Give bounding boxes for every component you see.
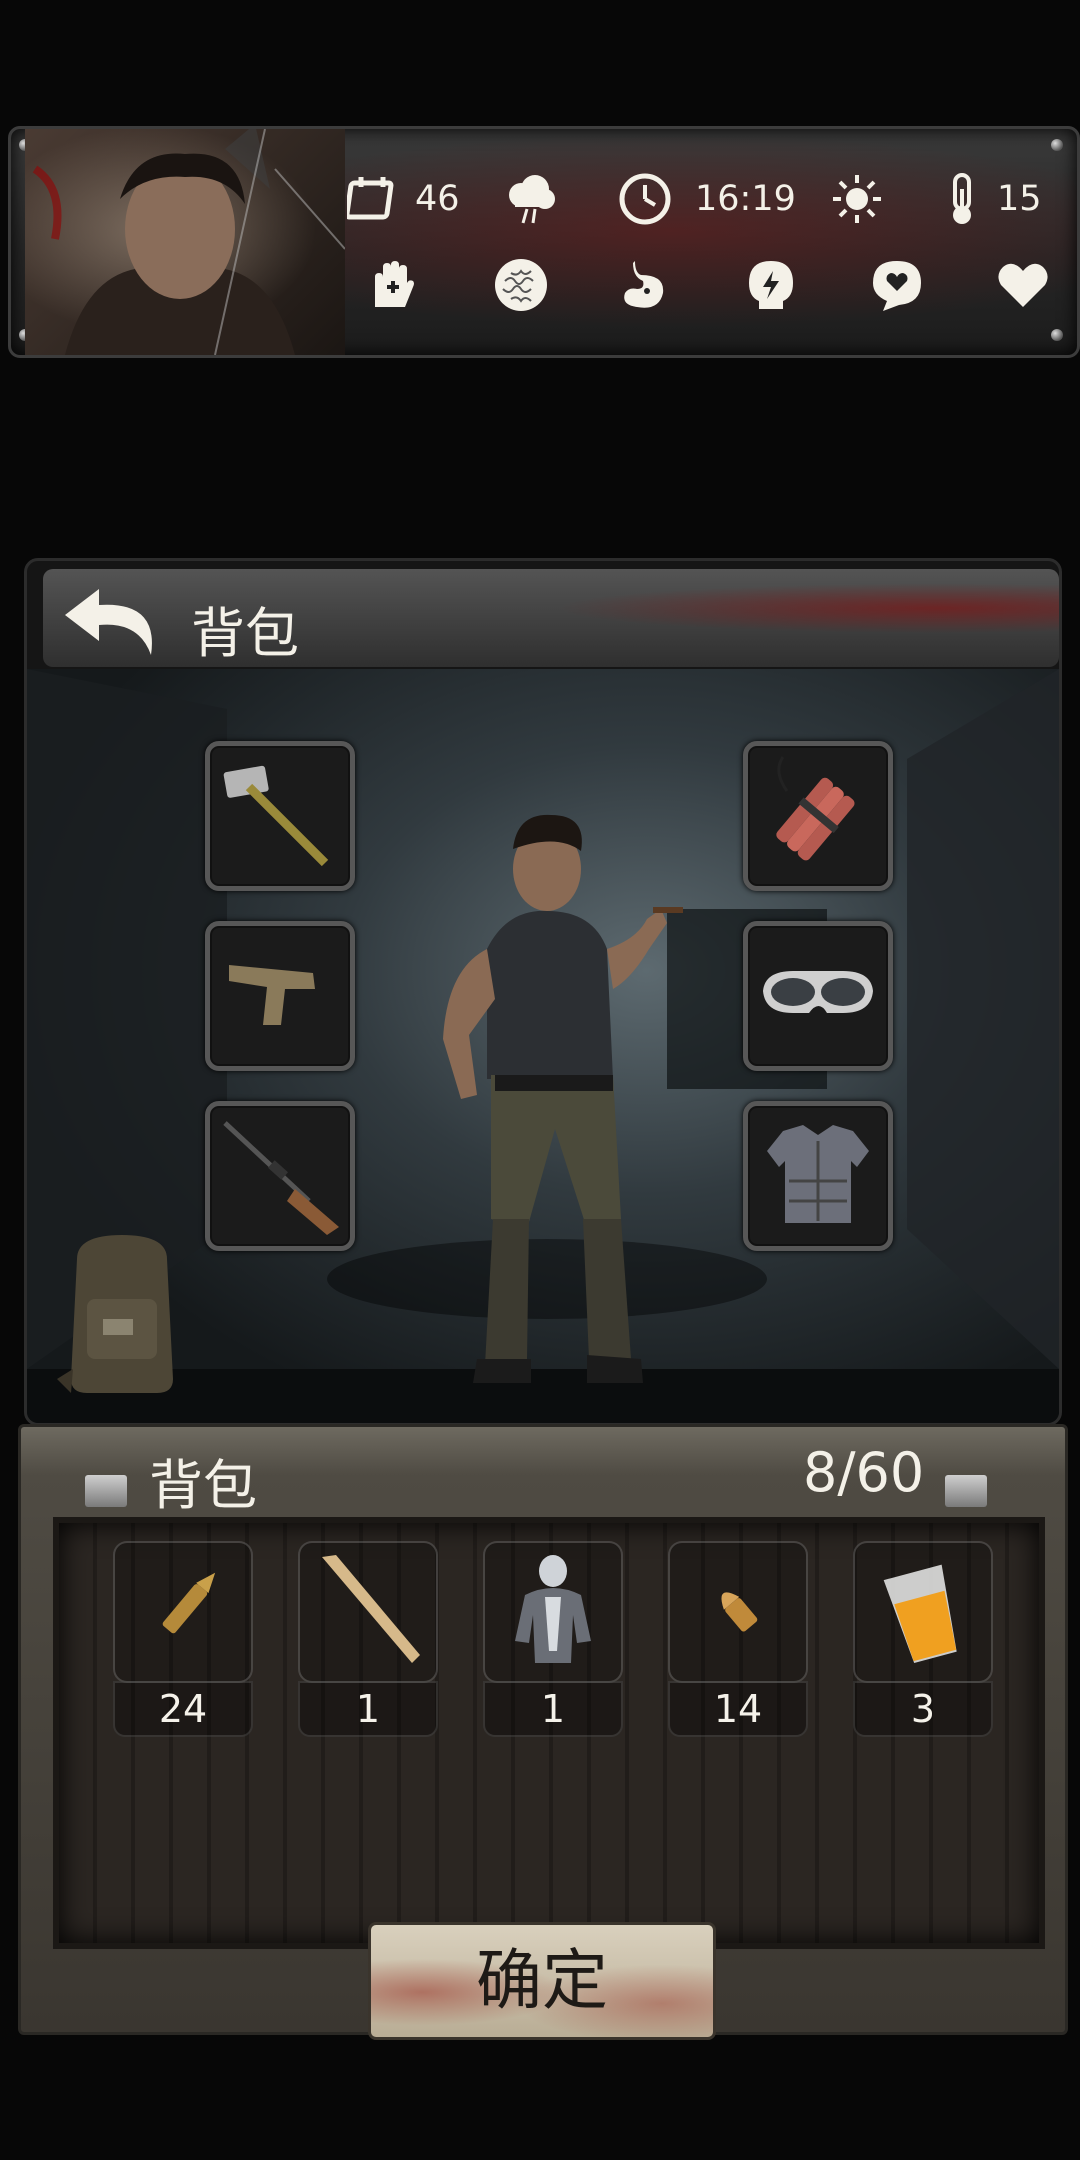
inventory-item-nanosuit[interactable] bbox=[483, 1541, 623, 1683]
pistol-icon bbox=[229, 965, 315, 1025]
baseball-bat-icon bbox=[322, 1555, 420, 1663]
character-scene bbox=[27, 669, 1059, 1423]
slot-body-armor[interactable] bbox=[743, 1101, 893, 1251]
body-armor-icon bbox=[767, 1125, 869, 1223]
dynamite-icon bbox=[776, 756, 855, 861]
character-portrait[interactable] bbox=[25, 129, 346, 355]
time-display: 16:19 bbox=[695, 179, 796, 219]
slot-goggles[interactable] bbox=[743, 921, 893, 1071]
inventory-item-pistol-bullet[interactable] bbox=[668, 1541, 808, 1683]
sun-icon bbox=[829, 171, 885, 227]
inventory-item-baseball-bat[interactable] bbox=[298, 1541, 438, 1683]
backpack-button[interactable] bbox=[47, 1229, 197, 1399]
slot-rifle[interactable] bbox=[205, 1101, 355, 1251]
backpack-icon bbox=[57, 1235, 173, 1393]
sledgehammer-icon bbox=[223, 765, 329, 867]
back-button[interactable] bbox=[59, 581, 169, 661]
energy-icon bbox=[743, 257, 799, 313]
brain-icon bbox=[493, 257, 549, 313]
mood-icon bbox=[869, 257, 925, 313]
item-quantity: 14 bbox=[668, 1681, 808, 1737]
confirm-button[interactable]: 确定 bbox=[368, 1922, 716, 2040]
temperature-value: 15 bbox=[997, 179, 1042, 219]
crate-hinge bbox=[945, 1475, 987, 1507]
clock-icon bbox=[617, 171, 673, 227]
rifle-bullet-icon bbox=[162, 1572, 216, 1634]
panel-header: 背包 bbox=[43, 569, 1059, 667]
slot-pistol[interactable] bbox=[205, 921, 355, 1071]
item-quantity: 3 bbox=[853, 1681, 993, 1737]
rivet bbox=[1051, 139, 1063, 151]
heart-icon bbox=[995, 257, 1051, 313]
rivet bbox=[1051, 329, 1063, 341]
nanosuit-icon bbox=[515, 1555, 591, 1663]
inventory-item-rifle-bullet[interactable] bbox=[113, 1541, 253, 1683]
hand-medical-icon bbox=[365, 257, 421, 313]
back-arrow-icon bbox=[65, 589, 152, 655]
inventory-capacity: 8/60 bbox=[803, 1441, 925, 1504]
crate-hinge bbox=[85, 1475, 127, 1507]
thermometer-icon bbox=[935, 171, 991, 227]
status-bar: 46 16:19 15 bbox=[8, 126, 1080, 358]
equipment-panel: 背包 bbox=[24, 558, 1062, 1426]
panel-title: 背包 bbox=[191, 602, 299, 665]
slot-sledgehammer[interactable] bbox=[205, 741, 355, 891]
item-quantity: 1 bbox=[298, 1681, 438, 1737]
day-count: 46 bbox=[415, 179, 460, 219]
item-quantity: 24 bbox=[113, 1681, 253, 1737]
juice-glass-icon bbox=[883, 1564, 957, 1664]
stomach-icon bbox=[615, 257, 671, 313]
inventory-item-juice[interactable] bbox=[853, 1541, 993, 1683]
inventory-title: 背包 bbox=[149, 1454, 257, 1517]
pistol-bullet-icon bbox=[721, 1592, 758, 1632]
slot-dynamite[interactable] bbox=[743, 741, 893, 891]
storm-cloud-icon bbox=[503, 171, 559, 227]
calendar-icon bbox=[347, 171, 403, 227]
goggles-icon bbox=[763, 971, 873, 1013]
character-figure bbox=[443, 814, 683, 1383]
item-quantity: 1 bbox=[483, 1681, 623, 1737]
rifle-icon bbox=[223, 1121, 339, 1235]
